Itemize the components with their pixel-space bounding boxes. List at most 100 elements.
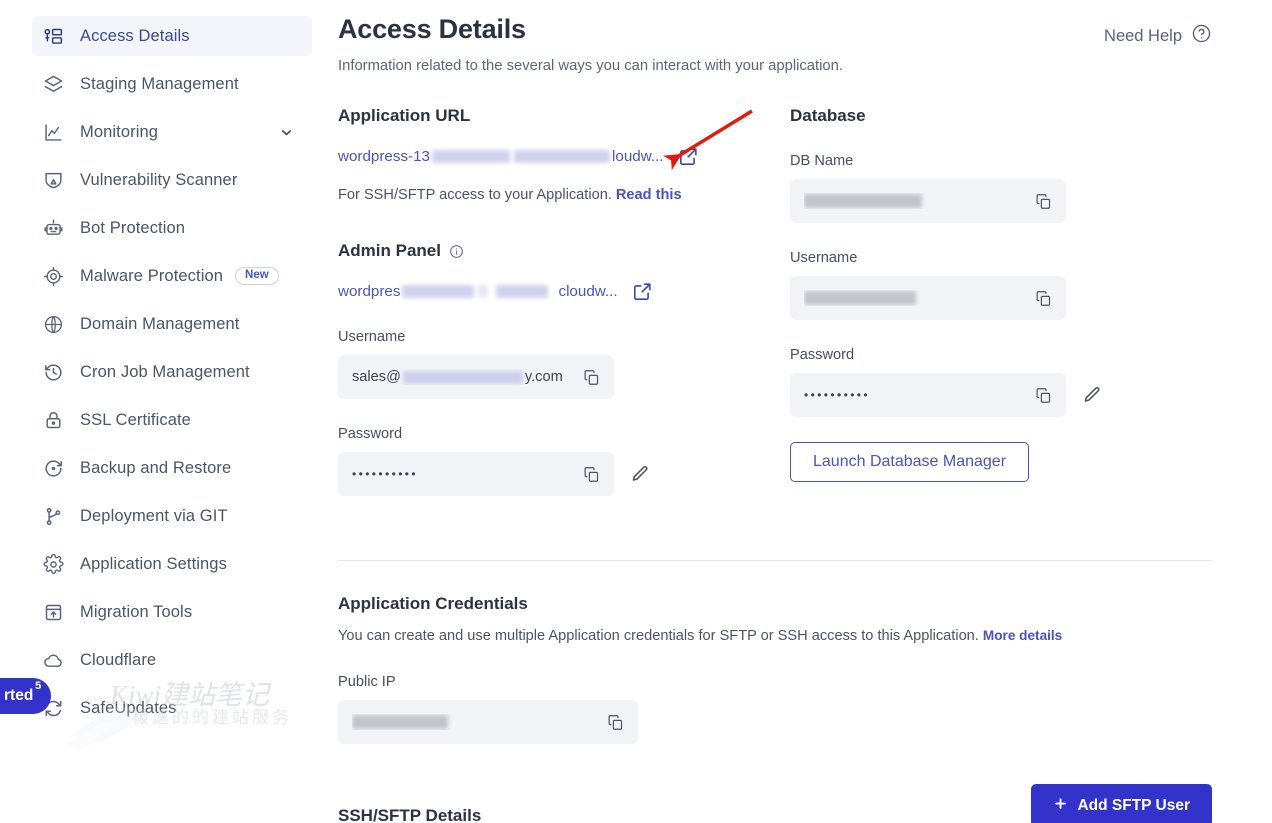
plus-icon bbox=[1053, 796, 1068, 816]
public-ip-group: Public IP bbox=[338, 674, 1212, 744]
migration-upload-icon bbox=[42, 601, 64, 623]
db-password-field[interactable]: •••••••••• bbox=[790, 373, 1066, 417]
public-ip-field[interactable] bbox=[338, 700, 638, 744]
target-bug-icon bbox=[42, 265, 64, 287]
db-username-label: Username bbox=[790, 250, 858, 266]
sidebar-item-cron-job-management[interactable]: Cron Job Management bbox=[32, 352, 312, 392]
db-password-row: •••••••••• bbox=[790, 373, 1210, 417]
sidebar-item-deployment-via-git[interactable]: Deployment via GIT bbox=[32, 496, 312, 536]
sidebar-item-ssl-certificate[interactable]: SSL Certificate bbox=[32, 400, 312, 440]
copy-icon[interactable] bbox=[583, 369, 600, 386]
application-url-prefix: wordpress-13 bbox=[338, 148, 431, 165]
sidebar-item-vulnerability-scanner[interactable]: Vulnerability Scanner bbox=[32, 160, 312, 200]
copy-icon[interactable] bbox=[1035, 290, 1052, 307]
launch-database-manager-button[interactable]: Launch Database Manager bbox=[790, 442, 1030, 482]
add-sftp-user-button[interactable]: Add SFTP User bbox=[1031, 784, 1212, 823]
copy-icon[interactable] bbox=[1035, 193, 1052, 210]
admin-username-label: Username bbox=[338, 329, 406, 345]
db-name-field[interactable] bbox=[790, 179, 1066, 223]
application-url-title: Application URL bbox=[338, 106, 471, 125]
sidebar-item-label: Backup and Restore bbox=[80, 458, 232, 477]
admin-username-group: Username sales@ y.com bbox=[338, 329, 790, 399]
sidebar-item-access-details[interactable]: Access Details bbox=[32, 16, 312, 56]
access-details-page: Access Details Staging Management Monito… bbox=[0, 0, 1272, 823]
sidebar-item-label: SSL Certificate bbox=[80, 410, 191, 429]
admin-password-row: •••••••••• bbox=[338, 452, 790, 496]
db-name-group: DB Name bbox=[790, 153, 1210, 223]
application-url-row: wordpress-13 loudw... bbox=[338, 146, 790, 167]
www-globe-icon bbox=[42, 313, 64, 335]
copy-icon[interactable] bbox=[607, 714, 624, 731]
sidebar-item-migration-tools[interactable]: Migration Tools bbox=[32, 592, 312, 632]
get-started-pill[interactable]: rted 5 bbox=[0, 678, 52, 714]
sidebar-item-cloudflare[interactable]: Cloudflare bbox=[32, 640, 312, 680]
sidebar-item-monitoring[interactable]: Monitoring bbox=[32, 112, 312, 152]
sidebar-item-domain-management[interactable]: Domain Management bbox=[32, 304, 312, 344]
db-username-field[interactable] bbox=[790, 276, 1066, 320]
application-url-link[interactable]: wordpress-13 loudw... bbox=[338, 148, 664, 165]
get-started-label: rted bbox=[4, 687, 34, 704]
admin-password-label: Password bbox=[338, 426, 403, 442]
admin-panel-url-prefix: wordpres bbox=[338, 283, 401, 300]
application-url-suffix: loudw... bbox=[612, 148, 664, 165]
sidebar-item-label: Access Details bbox=[80, 26, 190, 45]
question-circle-icon bbox=[1191, 23, 1212, 49]
more-details-link[interactable]: More details bbox=[983, 628, 1062, 643]
sidebar-item-label: Bot Protection bbox=[80, 218, 186, 237]
db-username-value bbox=[804, 290, 1035, 306]
admin-panel-url-row: wordpres cloudw... bbox=[338, 281, 790, 302]
admin-username-value: sales@ y.com bbox=[352, 369, 583, 385]
sidebar-item-label: Monitoring bbox=[80, 122, 159, 141]
admin-username-field[interactable]: sales@ y.com bbox=[338, 355, 614, 399]
admin-panel-title: Admin Panel bbox=[338, 241, 441, 260]
chevron-down-icon[interactable] bbox=[279, 125, 294, 140]
main-content: Access Details Information related to th… bbox=[330, 0, 1272, 823]
sidebar-item-malware-protection[interactable]: Malware Protection New bbox=[32, 256, 312, 296]
lock-icon bbox=[42, 409, 64, 431]
sidebar-item-staging-management[interactable]: Staging Management bbox=[32, 64, 312, 104]
database-heading: Database bbox=[790, 106, 1210, 126]
pencil-icon[interactable] bbox=[630, 464, 650, 484]
admin-password-value: •••••••••• bbox=[352, 467, 419, 481]
db-username-group: Username bbox=[790, 250, 1210, 320]
admin-password-group: Password •••••••••• bbox=[338, 426, 790, 496]
db-password-label: Password bbox=[790, 347, 855, 363]
sidebar-item-safeupdates[interactable]: SafeUpdates bbox=[32, 688, 312, 728]
application-credentials-title: Application Credentials bbox=[338, 594, 528, 613]
external-link-icon[interactable] bbox=[632, 281, 653, 302]
db-username-row bbox=[790, 276, 1210, 320]
get-started-count: 5 bbox=[35, 680, 42, 692]
admin-username-row: sales@ y.com bbox=[338, 355, 790, 399]
db-name-value bbox=[804, 193, 1035, 209]
section-divider bbox=[338, 560, 1212, 561]
ssh-sftp-details-title: SSH/SFTP Details bbox=[338, 806, 482, 823]
need-help-button[interactable]: Need Help bbox=[1104, 23, 1212, 49]
sidebar-item-application-settings[interactable]: Application Settings bbox=[32, 544, 312, 584]
sidebar-item-bot-protection[interactable]: Bot Protection bbox=[32, 208, 312, 248]
admin-password-field[interactable]: •••••••••• bbox=[338, 452, 614, 496]
read-this-link[interactable]: Read this bbox=[616, 187, 682, 203]
sidebar-item-backup-and-restore[interactable]: Backup and Restore bbox=[32, 448, 312, 488]
page-header-text: Access Details Information related to th… bbox=[338, 14, 843, 74]
gear-icon bbox=[42, 553, 64, 575]
sidebar-item-label: Application Settings bbox=[80, 554, 227, 573]
admin-panel-url-link[interactable]: wordpres cloudw... bbox=[338, 283, 618, 300]
sidebar-item-label: Migration Tools bbox=[80, 602, 193, 621]
status-badge-new: New bbox=[235, 266, 279, 286]
details-columns: Application URL wordpress-13 loudw... For bbox=[338, 106, 1212, 496]
pencil-icon[interactable] bbox=[1082, 385, 1102, 405]
layers-icon bbox=[42, 73, 64, 95]
sidebar-item-label: Vulnerability Scanner bbox=[80, 170, 238, 189]
public-ip-value bbox=[352, 714, 607, 730]
db-name-label: DB Name bbox=[790, 153, 854, 169]
database-title: Database bbox=[790, 106, 866, 125]
copy-icon[interactable] bbox=[583, 466, 600, 483]
sidebar-item-label: Malware Protection bbox=[80, 266, 224, 285]
info-circle-icon[interactable] bbox=[449, 244, 464, 259]
copy-icon[interactable] bbox=[1035, 387, 1052, 404]
sidebar: Access Details Staging Management Monito… bbox=[0, 0, 330, 823]
key-card-icon bbox=[42, 25, 64, 47]
sidebar-item-label: Cloudflare bbox=[80, 650, 157, 669]
db-name-row bbox=[790, 179, 1210, 223]
external-link-icon[interactable] bbox=[678, 146, 699, 167]
